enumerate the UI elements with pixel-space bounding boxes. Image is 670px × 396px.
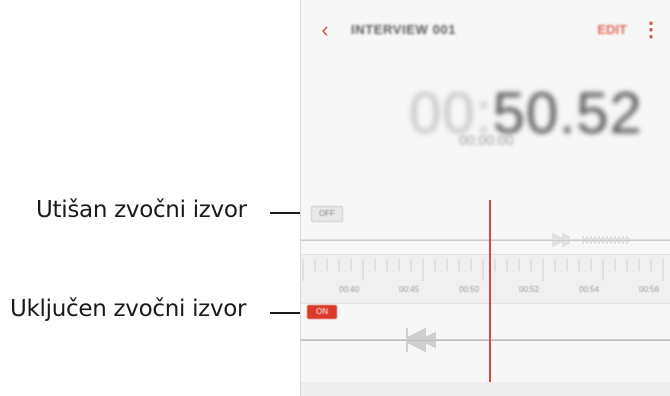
app-bar: ‹ INTERVIEW 001 EDIT ⋮ [301,0,670,62]
callout-muted-source: Utišan zvočni izvor [36,197,247,223]
muted-source-toggle[interactable]: OFF [311,206,343,222]
more-options-icon[interactable]: ⋮ [641,16,661,44]
ruler-tick-label: 00:40 [339,285,360,294]
total-duration: 00:00:00 [459,132,514,148]
ruler-tick-label: 00:56 [639,285,660,294]
ruler-tick-label: 00:45 [399,285,420,294]
muted-waveform [301,233,670,247]
timeline-ruler[interactable]: 00:40 00:45 00:50 00:52 00:54 00:56 [301,254,670,304]
recording-title: INTERVIEW 001 [351,22,457,37]
edit-button[interactable]: EDIT [597,22,627,37]
ruler-tick-label: 00:54 [579,285,600,294]
back-icon[interactable]: ‹ [313,18,337,42]
phone-screen: ‹ INTERVIEW 001 EDIT ⋮ 00:50.52 00:00:00… [300,0,670,396]
ruler-ticks [302,259,664,281]
playhead[interactable] [489,200,491,382]
bottom-controls-bar [301,382,670,396]
ruler-tick-label: 00:52 [519,285,540,294]
callout-enabled-source: Uključen zvočni izvor [10,296,247,322]
enabled-waveform [301,328,670,352]
elapsed-time-fraction: .52 [559,81,643,146]
elapsed-time: 00:50.52 [409,80,643,147]
enabled-source-toggle[interactable]: ON [307,305,337,319]
ruler-tick-label: 00:50 [459,285,480,294]
